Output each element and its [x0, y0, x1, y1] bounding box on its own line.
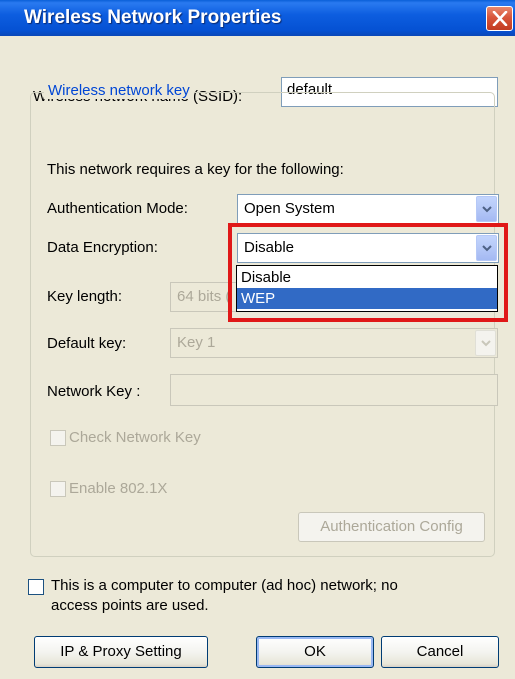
chevron-down-icon: [482, 206, 492, 213]
close-button[interactable]: [486, 6, 513, 31]
key-length-label: Key length:: [47, 288, 123, 305]
network-key-input[interactable]: [170, 374, 498, 406]
ip-proxy-setting-label: IP & Proxy Setting: [60, 643, 182, 660]
ip-proxy-setting-button[interactable]: IP & Proxy Setting: [34, 636, 208, 668]
adhoc-label-line1: This is a computer to computer (ad hoc) …: [51, 577, 398, 594]
auth-mode-label: Authentication Mode:: [47, 200, 188, 217]
authentication-config-button[interactable]: Authentication Config: [298, 512, 485, 542]
annotation-highlight-box: [228, 223, 508, 322]
ok-button[interactable]: OK: [256, 636, 374, 668]
default-key-label: Default key:: [47, 335, 127, 352]
adhoc-label-line2: access points are used.: [51, 597, 209, 614]
close-icon: [492, 11, 508, 26]
window-title: Wireless Network Properties: [24, 7, 282, 28]
data-encryption-label: Data Encryption:: [47, 239, 158, 256]
check-network-key-checkbox[interactable]: [50, 430, 66, 446]
check-network-key-label: Check Network Key: [69, 429, 201, 446]
chevron-down-icon: [481, 340, 491, 347]
key-requirement-text: This network requires a key for the foll…: [47, 161, 344, 178]
authentication-config-label: Authentication Config: [320, 518, 463, 535]
auth-mode-dropdown-button[interactable]: [476, 196, 497, 222]
auth-mode-value: Open System: [244, 200, 335, 217]
enable-8021x-label: Enable 802.1X: [69, 480, 168, 497]
auth-mode-select[interactable]: Open System: [237, 194, 499, 224]
wireless-key-legend: Wireless network key: [44, 82, 194, 99]
adhoc-checkbox[interactable]: [28, 579, 44, 595]
default-key-dropdown-button[interactable]: [475, 330, 496, 356]
adhoc-label: This is a computer to computer (ad hoc) …: [51, 576, 398, 616]
key-length-value: 64 bits (: [177, 288, 231, 305]
cancel-button[interactable]: Cancel: [381, 636, 499, 668]
title-bar: Wireless Network Properties: [0, 0, 515, 36]
network-key-label: Network Key :: [47, 383, 141, 400]
ok-label: OK: [304, 643, 326, 660]
default-key-select[interactable]: Key 1: [170, 328, 498, 358]
enable-8021x-checkbox[interactable]: [50, 481, 66, 497]
cancel-label: Cancel: [416, 643, 464, 660]
default-key-value: Key 1: [177, 334, 216, 351]
